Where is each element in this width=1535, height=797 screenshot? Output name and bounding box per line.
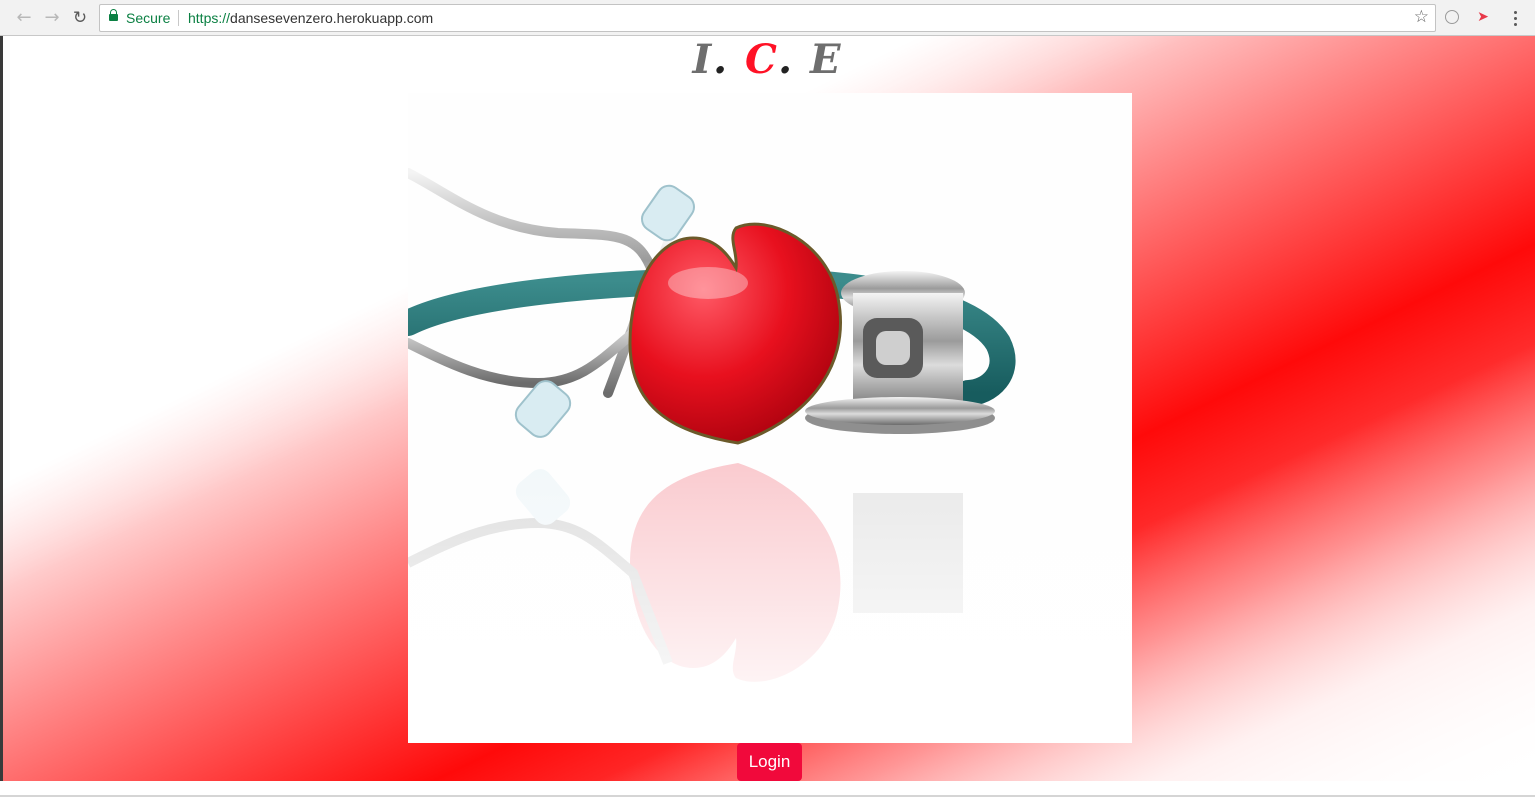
ice-logo: I. C. E [0,38,1535,82]
url-text[interactable]: https://dansesevenzero.herokuapp.com [188,10,433,26]
stethoscope-heart-illustration [408,93,1132,743]
circle-extension-icon[interactable] [1444,9,1460,25]
red-extension-icon[interactable]: ➤ [1475,9,1491,25]
back-arrow-icon[interactable]: ← [12,6,36,30]
logo-letter-e: E [810,36,843,83]
bookmark-star-icon[interactable]: ☆ [1414,7,1429,27]
login-button[interactable]: Login [737,743,802,781]
kebab-menu-icon[interactable] [1508,8,1522,28]
url-scheme: https:// [188,10,231,26]
logo-dot: . [713,36,730,83]
address-bar[interactable]: Secure https://dansesevenzero.herokuapp.… [99,4,1436,32]
address-separator [178,10,179,26]
page-bottom-strip [0,781,1535,797]
page-viewport: I. C. E Login [0,36,1535,797]
logo-letter-c: C [745,36,779,83]
browser-toolbar: ← → ↻ Secure https://dansesevenzero.hero… [0,0,1535,36]
logo-dot: . [778,36,795,83]
lock-icon [109,9,118,21]
reload-icon[interactable]: ↻ [68,6,92,30]
logo-letter-i: I [692,36,714,83]
hero-image [408,93,1132,743]
url-host: dansesevenzero.herokuapp.com [230,10,434,26]
forward-arrow-icon[interactable]: → [40,6,64,30]
secure-label: Secure [126,10,171,26]
